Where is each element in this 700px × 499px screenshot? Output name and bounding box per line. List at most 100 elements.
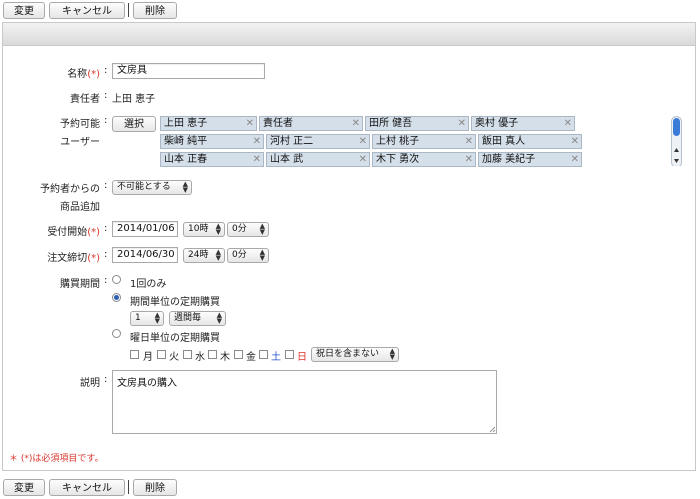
remove-icon[interactable]: ✕ <box>571 135 579 148</box>
weekday-checkbox-wed[interactable] <box>183 350 192 359</box>
name-label: 名称(*) <box>67 69 100 80</box>
add-goods-label-line2: 商品追加 <box>60 202 100 213</box>
weekday-checkbox-fri[interactable] <box>234 350 243 359</box>
remove-icon[interactable]: ✕ <box>571 153 579 166</box>
add-goods-label-line1: 予約者からの <box>40 184 100 195</box>
select-users-button[interactable]: 選択 <box>112 116 156 132</box>
weekday-checkbox-mon[interactable] <box>130 350 139 359</box>
weekday-checkbox-sat[interactable] <box>259 350 268 359</box>
weekday-checkbox-thu[interactable] <box>208 350 217 359</box>
start-colon: : <box>104 223 108 234</box>
weekday-label-thu: 木 <box>220 352 230 363</box>
deadline-minute-select[interactable]: 0分 ▲ ▼ <box>227 248 269 263</box>
period-weekday-radio[interactable] <box>112 329 121 338</box>
remove-icon[interactable]: ✕ <box>465 135 473 148</box>
start-hour-select[interactable]: 10時 ▲ ▼ <box>183 222 225 237</box>
user-chip[interactable]: 田所 健吾 ✕ <box>365 116 469 131</box>
deadline-colon: : <box>104 249 108 260</box>
weekday-label-sun: 日 <box>297 352 307 363</box>
remove-icon[interactable]: ✕ <box>458 117 466 130</box>
user-chip[interactable]: 河村 正二 ✕ <box>266 134 370 149</box>
resize-grip-icon[interactable] <box>489 426 496 433</box>
description-textarea[interactable]: 文房具の購入 <box>112 370 497 434</box>
remove-icon[interactable]: ✕ <box>352 117 360 130</box>
remove-icon[interactable]: ✕ <box>246 117 254 130</box>
owner-colon: : <box>104 90 108 101</box>
user-chip[interactable]: 上田 恵子 ✕ <box>160 116 257 131</box>
period-weekday-label: 曜日単位の定期購買 <box>130 333 220 344</box>
user-chip[interactable]: 山本 武 ✕ <box>266 152 370 167</box>
users-scrollbar[interactable] <box>671 116 682 166</box>
add-goods-select[interactable]: 不可能とする ▲ ▼ <box>112 180 192 195</box>
owner-label: 責任者 <box>70 94 100 105</box>
form-panel: 名称(*) : 文房具 責任者 : 上田 恵子 予約可能 ユーザー : 選択 上… <box>2 22 696 471</box>
panel-header <box>3 23 695 46</box>
users-label-line2: ユーザー <box>60 137 100 148</box>
weekday-label-fri: 金 <box>246 352 256 363</box>
user-chip[interactable]: 奥村 優子 ✕ <box>471 116 575 131</box>
select-arrow-icon: ▲ ▼ <box>216 311 222 325</box>
select-arrow-icon: ▲ ▼ <box>259 222 265 236</box>
description-colon: : <box>104 374 108 385</box>
select-arrow-icon: ▲ ▼ <box>389 347 395 361</box>
start-minute-select[interactable]: 0分 ▲ ▼ <box>227 222 269 237</box>
user-chip[interactable]: 責任者 ✕ <box>259 116 363 131</box>
period-colon: : <box>104 275 108 286</box>
weekday-label-wed: 水 <box>195 352 205 363</box>
user-chip[interactable]: 上村 桃子 ✕ <box>372 134 476 149</box>
weekday-label-mon: 月 <box>143 352 153 363</box>
interval-count-select[interactable]: 1 ▲ ▼ <box>130 311 164 326</box>
users-label-line1: 予約可能 <box>60 119 100 130</box>
cancel-button[interactable]: キャンセル <box>49 2 125 19</box>
user-chip[interactable]: 柴崎 純平 ✕ <box>160 134 264 149</box>
start-date-field[interactable]: 2014/01/06 <box>112 221 178 237</box>
delete-button[interactable]: 削除 <box>133 479 177 496</box>
change-button[interactable]: 変更 <box>3 479 45 496</box>
description-label: 説明 <box>80 378 100 389</box>
bottom-toolbar: 変更 キャンセル 削除 <box>0 477 700 499</box>
users-colon: : <box>104 115 108 126</box>
add-goods-colon: : <box>104 180 108 191</box>
start-label: 受付開始(*) <box>47 227 100 238</box>
delete-button[interactable]: 削除 <box>133 2 177 19</box>
weekday-checkbox-sun[interactable] <box>285 350 294 359</box>
period-label: 購買期間 <box>60 279 100 290</box>
user-chip[interactable]: 飯田 真人 ✕ <box>478 134 582 149</box>
remove-icon[interactable]: ✕ <box>564 117 572 130</box>
user-chip[interactable]: 加藤 美紀子 ✕ <box>478 152 582 167</box>
select-arrow-icon: ▲ ▼ <box>154 311 160 325</box>
select-arrow-icon: ▲ ▼ <box>215 222 221 236</box>
name-colon: : <box>104 65 108 76</box>
remove-icon[interactable]: ✕ <box>465 153 473 166</box>
name-field[interactable]: 文房具 <box>112 63 265 79</box>
period-interval-radio[interactable] <box>112 293 121 302</box>
remove-icon[interactable]: ✕ <box>253 135 261 148</box>
weekday-checkbox-tue[interactable] <box>157 350 166 359</box>
remove-icon[interactable]: ✕ <box>359 153 367 166</box>
cancel-button[interactable]: キャンセル <box>49 479 125 496</box>
top-toolbar: 変更 キャンセル 削除 <box>0 0 700 22</box>
deadline-label: 注文締切(*) <box>47 253 100 264</box>
owner-value: 上田 恵子 <box>112 94 156 105</box>
weekday-label-sat: 土 <box>271 352 281 363</box>
select-arrow-icon: ▲ ▼ <box>215 248 221 262</box>
toolbar-separator <box>128 480 129 494</box>
deadline-date-field[interactable]: 2014/06/30 <box>112 247 178 263</box>
weekday-label-tue: 火 <box>169 352 179 363</box>
period-once-label: 1回のみ <box>130 279 167 290</box>
user-chip[interactable]: 山本 正春 ✕ <box>160 152 264 167</box>
user-chip[interactable]: 木下 勇次 ✕ <box>372 152 476 167</box>
remove-icon[interactable]: ✕ <box>253 153 261 166</box>
period-once-radio[interactable] <box>112 275 121 284</box>
period-interval-label: 期間単位の定期購買 <box>130 297 220 308</box>
interval-unit-select[interactable]: 週間毎 ▲ ▼ <box>169 311 226 326</box>
required-note: ＊ (*)は必須項目です。 <box>9 454 104 464</box>
select-arrow-icon: ▲ ▼ <box>259 248 265 262</box>
scroll-thumb <box>673 118 680 136</box>
remove-icon[interactable]: ✕ <box>359 135 367 148</box>
select-arrow-icon: ▲ ▼ <box>182 180 188 194</box>
holiday-select[interactable]: 祝日を含まない ▲ ▼ <box>311 347 399 362</box>
toolbar-separator <box>128 3 129 17</box>
deadline-hour-select[interactable]: 24時 ▲ ▼ <box>183 248 225 263</box>
change-button[interactable]: 変更 <box>3 2 45 19</box>
